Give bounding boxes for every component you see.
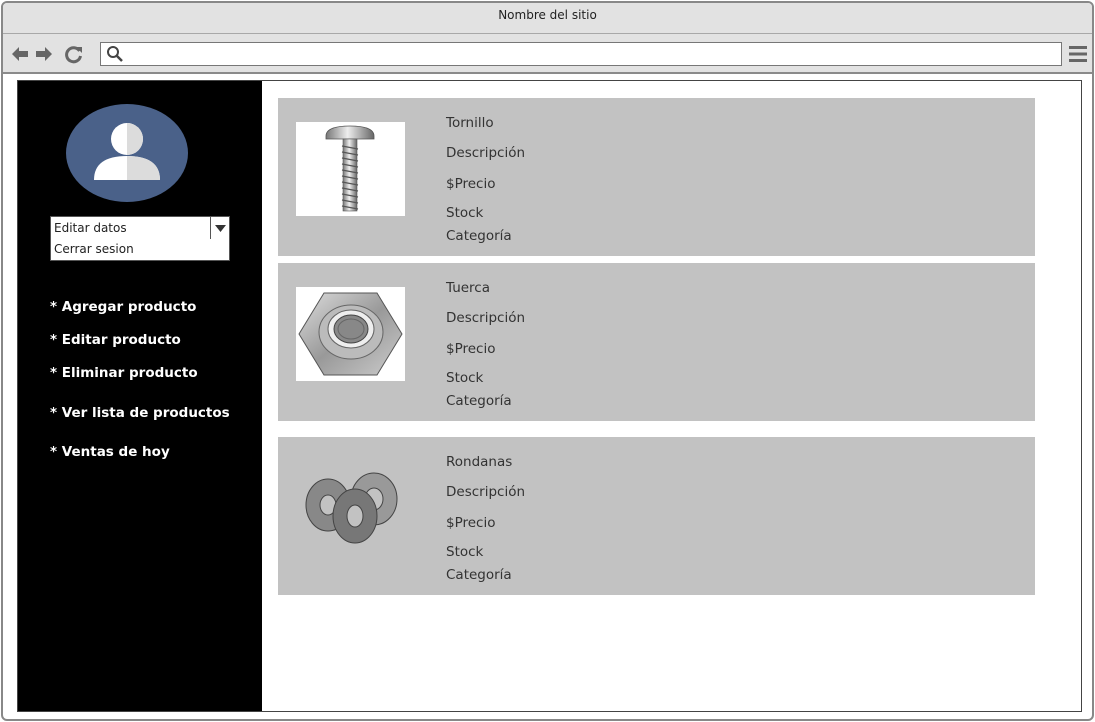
forward-arrow-icon[interactable]: [34, 44, 54, 64]
product-stock: Stock: [446, 370, 484, 386]
menu-today-sales[interactable]: * Ventas de hoy: [50, 444, 170, 460]
address-bar[interactable]: [100, 42, 1062, 66]
dropdown-toggle[interactable]: [210, 217, 229, 239]
product-price: $Precio: [446, 341, 496, 357]
product-description: Descripción: [446, 145, 526, 161]
product-name: Tuerca: [446, 280, 491, 296]
product-card[interactable]: Tuerca Descripción $Precio Stock Categor…: [278, 263, 1035, 421]
browser-toolbar: [3, 34, 1092, 74]
product-stock: Stock: [446, 205, 484, 221]
menu-add-product[interactable]: * Agregar producto: [50, 299, 196, 315]
screw-image: [296, 122, 405, 216]
product-stock: Stock: [446, 544, 484, 560]
product-description: Descripción: [446, 310, 526, 326]
back-arrow-icon[interactable]: [10, 44, 30, 64]
product-price: $Precio: [446, 515, 496, 531]
browser-window: Nombre del sitio Editar datos Cerrar ses…: [1, 1, 1094, 721]
washers-image: [296, 461, 405, 555]
account-dropdown[interactable]: Editar datos: [50, 216, 230, 240]
hamburger-menu-icon[interactable]: [1068, 45, 1088, 63]
search-icon: [107, 46, 123, 62]
product-price: $Precio: [446, 176, 496, 192]
address-input[interactable]: [127, 45, 1047, 63]
page-content: Editar datos Cerrar sesion * Agregar pro…: [17, 80, 1082, 712]
chevron-down-icon: [215, 225, 226, 232]
window-title: Nombre del sitio: [3, 3, 1092, 34]
user-avatar-icon[interactable]: [66, 104, 188, 202]
product-category: Categoría: [446, 228, 512, 244]
product-name: Rondanas: [446, 454, 513, 470]
menu-product-list[interactable]: * Ver lista de productos: [50, 405, 230, 421]
logout-option[interactable]: Cerrar sesion: [50, 239, 230, 261]
dropdown-selected-value: Editar datos: [54, 221, 127, 235]
product-card[interactable]: Tornillo Descripción $Precio Stock Categ…: [278, 98, 1035, 256]
menu-delete-product[interactable]: * Eliminar producto: [50, 365, 198, 381]
product-category: Categoría: [446, 567, 512, 583]
product-name: Tornillo: [446, 115, 494, 131]
product-card[interactable]: Rondanas Descripción $Precio Stock Categ…: [278, 437, 1035, 595]
menu-edit-product[interactable]: * Editar producto: [50, 332, 181, 348]
hex-nut-image: [296, 287, 405, 381]
product-category: Categoría: [446, 393, 512, 409]
reload-icon[interactable]: [64, 44, 84, 64]
product-description: Descripción: [446, 484, 526, 500]
sidebar: Editar datos Cerrar sesion * Agregar pro…: [18, 81, 262, 711]
